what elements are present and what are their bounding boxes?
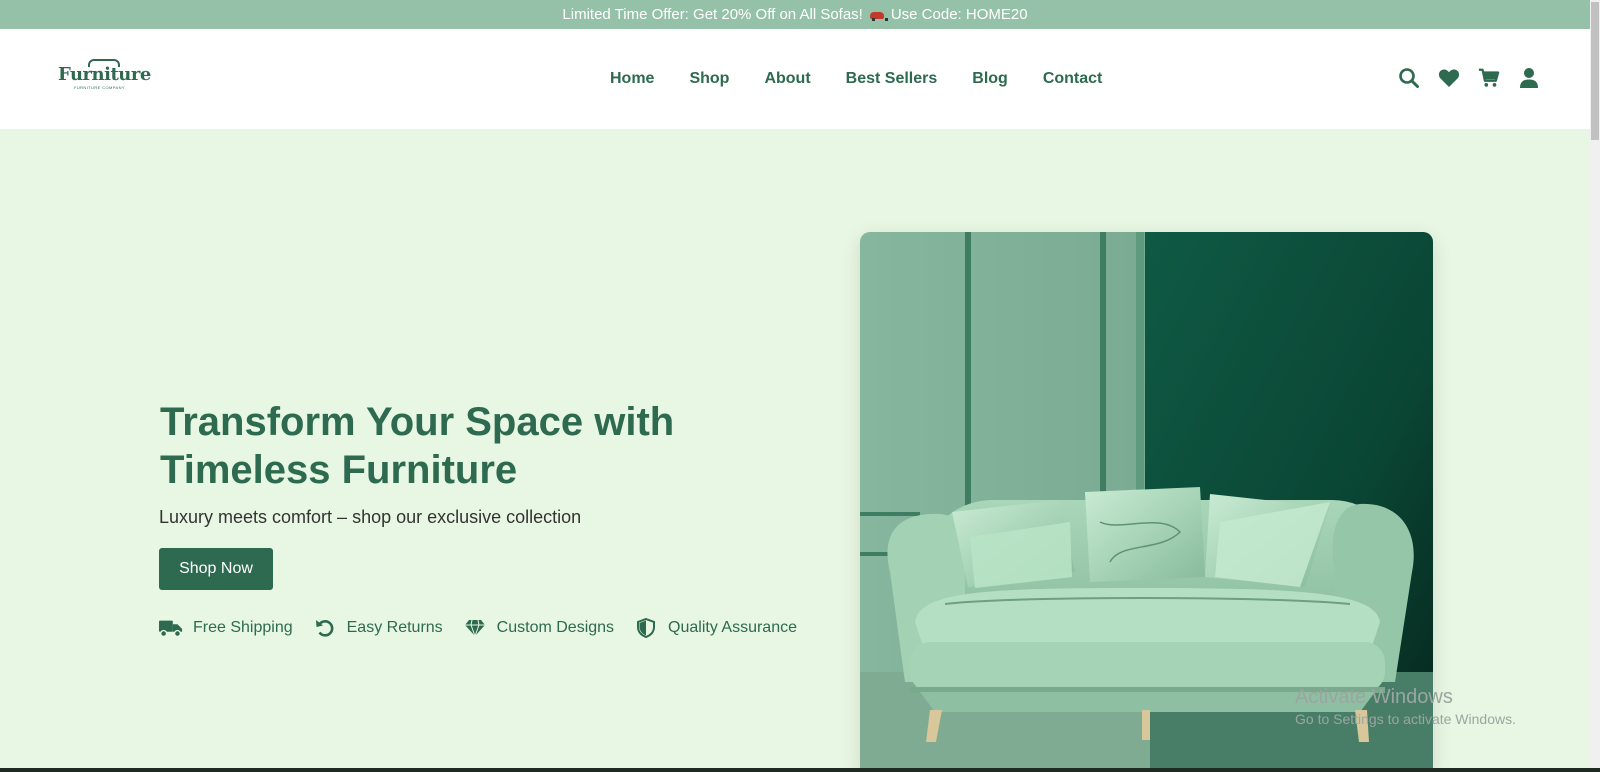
feature-label: Easy Returns: [346, 619, 443, 636]
logo-subtitle: FURNITURE COMPANY: [74, 85, 125, 90]
feature-label: Free Shipping: [193, 619, 293, 636]
shield-icon: [634, 618, 658, 638]
cart-icon[interactable]: [1478, 67, 1500, 89]
feature-custom-designs: Custom Designs: [463, 618, 614, 638]
feature-label: Custom Designs: [496, 619, 615, 636]
hero-subtitle: Luxury meets comfort – shop our exclusiv…: [159, 507, 582, 527]
heart-icon[interactable]: [1438, 67, 1460, 89]
user-icon[interactable]: [1518, 67, 1540, 89]
feature-label: Quality Assurance: [668, 619, 797, 636]
diamond-icon: [463, 618, 487, 638]
watermark-line-1: Activate Windows: [1295, 686, 1453, 708]
windows-activation-watermark: Activate Windows Go to Settings to activ…: [1295, 686, 1516, 727]
nav-contact[interactable]: Contact: [1043, 70, 1103, 88]
feature-list: Free Shipping Easy Returns Custom Design…: [159, 618, 797, 638]
header-icons: [1398, 67, 1540, 89]
nav-blog[interactable]: Blog: [972, 70, 1008, 88]
car-icon: [869, 9, 888, 21]
truck-icon: [159, 618, 183, 638]
promo-bar: Limited Time Offer: Get 20% Off on All S…: [0, 0, 1590, 29]
watermark-line-2: Go to Settings to activate Windows.: [1295, 711, 1516, 727]
logo-wordmark: Furniture: [58, 64, 151, 85]
nav-about[interactable]: About: [764, 70, 810, 88]
feature-free-shipping: Free Shipping: [159, 618, 293, 638]
scrollbar-thumb[interactable]: [1591, 2, 1599, 140]
feature-easy-returns: Easy Returns: [313, 618, 443, 638]
promo-text: Limited Time Offer: Get 20% Off on All S…: [562, 6, 863, 23]
main-nav: Home Shop About Best Sellers Blog Contac…: [610, 29, 1102, 129]
logo[interactable]: Furniture FURNITURE COMPANY: [58, 59, 151, 93]
nav-best-sellers[interactable]: Best Sellers: [846, 70, 938, 88]
shop-now-button[interactable]: Shop Now: [159, 548, 273, 590]
search-icon[interactable]: [1398, 67, 1420, 89]
promo-code: Use Code: HOME20: [890, 6, 1028, 23]
taskbar-edge: [0, 768, 1600, 772]
feature-quality-assurance: Quality Assurance: [634, 618, 797, 638]
undo-icon: [313, 618, 337, 638]
site-header: Furniture FURNITURE COMPANY Home Shop Ab…: [0, 29, 1590, 129]
nav-shop[interactable]: Shop: [689, 70, 729, 88]
hero-title: Transform Your Space with Timeless Furni…: [160, 400, 675, 492]
nav-home[interactable]: Home: [610, 70, 654, 88]
